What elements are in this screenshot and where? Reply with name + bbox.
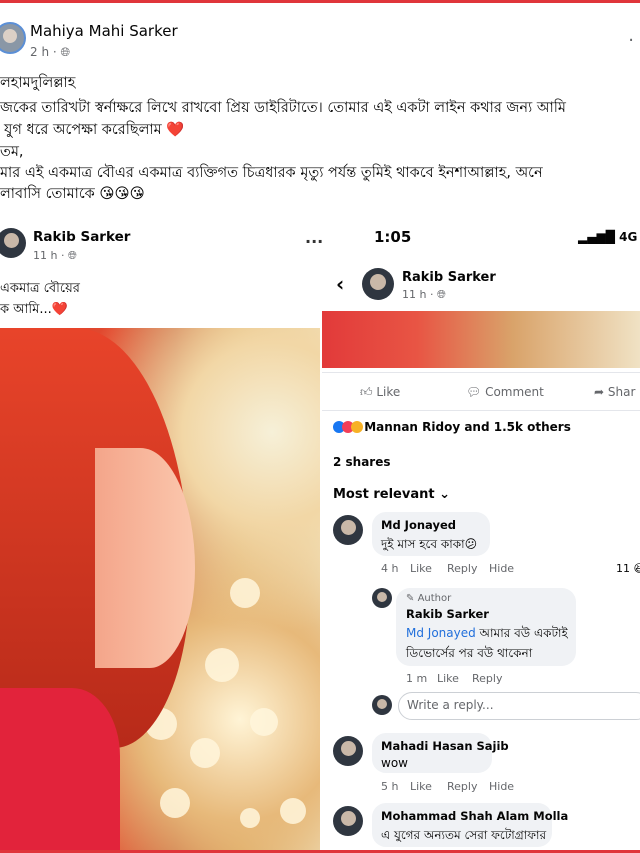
author-badge-text: Author [417, 593, 452, 604]
comment-like-button[interactable]: Like [437, 672, 459, 685]
status-time: 1:05 [374, 228, 412, 246]
phone-timestamp[interactable]: 11 h · 🌐︎ [402, 288, 446, 302]
share-button[interactable]: ➦ Shar [594, 385, 635, 399]
comment-text: ডিভোর্সের পর বউ থাকেনা [406, 646, 533, 660]
more-options-button[interactable]: ··· [305, 232, 323, 251]
portrait-photo[interactable] [0, 328, 320, 850]
like-label: Like [376, 385, 401, 399]
post-author-name[interactable]: Mahiya Mahi Sarker [30, 22, 178, 40]
divider [322, 410, 640, 411]
post-time-text: 2 h · [30, 45, 61, 59]
back-arrow-icon[interactable]: ‹ [336, 272, 344, 296]
post-timestamp[interactable]: 2 h · 🌐︎ [30, 45, 70, 60]
shared-author-name[interactable]: Rakib Sarker [33, 229, 130, 245]
comment-text: wow [381, 756, 408, 770]
sort-dropdown[interactable]: Most relevant ⌄ [333, 487, 450, 502]
avatar[interactable] [372, 588, 392, 608]
haha-reaction-icon: 😆 [633, 562, 640, 575]
comment-label: Comment [485, 385, 544, 399]
divider [322, 372, 640, 373]
globe-icon: 🌐︎ [436, 288, 446, 301]
comment-text: এ যুগের অন্যতম সেরা ফটোগ্রাফার [381, 828, 547, 842]
post-text-line: লাবাসি তোমাকে 😘😘😘 [0, 186, 145, 202]
commenter-name[interactable]: Mohammad Shah Alam Molla [381, 809, 568, 823]
thumbs-up-icon: 👍︎ [360, 385, 377, 399]
commenter-name[interactable]: Rakib Sarker [406, 607, 489, 621]
comment-age: 5 h [381, 780, 399, 793]
pencil-icon: ✎ [406, 593, 418, 604]
comment-reaction-count[interactable]: 11 😆 [616, 562, 640, 575]
status-signal: ▂▄▆█ 4G ▭ [578, 230, 640, 244]
comment-text: দুই মাস হবে কাকা😕 [381, 537, 478, 551]
haha-reaction-icon [351, 421, 363, 433]
globe-icon: 🌐︎ [60, 45, 71, 59]
post-image-strip[interactable] [322, 311, 640, 368]
avatar[interactable] [0, 22, 26, 54]
comment-like-button[interactable]: Like [410, 562, 432, 575]
top-border [0, 0, 640, 3]
reaction-count: 11 [616, 562, 630, 575]
shares-count[interactable]: 2 shares [333, 455, 391, 469]
avatar[interactable] [333, 736, 363, 766]
phone-time-text: 11 h · [402, 288, 437, 301]
comment-icon: 💬︎ [466, 385, 486, 399]
share-label: Shar [607, 385, 636, 399]
comment-reply-button[interactable]: Reply [447, 562, 477, 575]
shared-time-text: 11 h · [33, 249, 68, 262]
shared-caption-line: ক আমি...❤️ [0, 302, 68, 317]
avatar[interactable] [362, 268, 394, 300]
comment-age: 4 h [381, 562, 399, 575]
post-text-line: জকের তারিখটা স্বর্নাক্ষরে লিখে রাখবো প্র… [0, 100, 566, 116]
commenter-name[interactable]: Mahadi Hasan Sajib [381, 739, 509, 753]
signal-icon: ▂▄▆█ [578, 230, 620, 244]
shared-timestamp[interactable]: 11 h · 🌐︎ [33, 249, 77, 263]
network-type: 4G [619, 230, 638, 244]
reply-placeholder: Write a reply... [407, 698, 494, 712]
comment-hide-button[interactable]: Hide [489, 562, 514, 575]
phone-author-name[interactable]: Rakib Sarker [402, 270, 496, 285]
comment-button[interactable]: 💬︎ Comment [466, 385, 544, 399]
comment-reply-button[interactable]: Reply [472, 672, 502, 685]
commenter-name[interactable]: Md Jonayed [381, 518, 456, 532]
share-icon: ➦ [594, 385, 608, 399]
shared-caption-line: একমাত্র বৌয়ের [0, 281, 80, 296]
comment-text-part: আমার বউ একটাই [475, 626, 568, 640]
like-button[interactable]: 👍︎ Like [360, 385, 400, 400]
avatar[interactable] [333, 806, 363, 836]
comment-reply-button[interactable]: Reply [447, 780, 477, 793]
post-text-line: লহামদুলিল্লাহ [0, 75, 76, 91]
reactions-summary[interactable]: Mannan Ridoy and 1.5k others [333, 420, 571, 434]
more-options-button[interactable]: · [628, 30, 634, 51]
comment-like-button[interactable]: Like [410, 780, 432, 793]
globe-icon: 🌐︎ [67, 249, 77, 262]
post-text-line: যুগ ধরে অপেক্ষা করেছিলাম ❤️ [4, 122, 185, 138]
comment-hide-button[interactable]: Hide [489, 780, 514, 793]
comment-age: 1 m [406, 672, 428, 685]
reactions-text: Mannan Ridoy and 1.5k others [364, 420, 571, 434]
author-badge: ✎ Author [406, 593, 451, 604]
mention-link[interactable]: Md Jonayed [406, 626, 476, 640]
comment-text: Md Jonayed আমার বউ একটাই [406, 625, 568, 645]
avatar[interactable] [333, 515, 363, 545]
avatar [372, 695, 392, 715]
